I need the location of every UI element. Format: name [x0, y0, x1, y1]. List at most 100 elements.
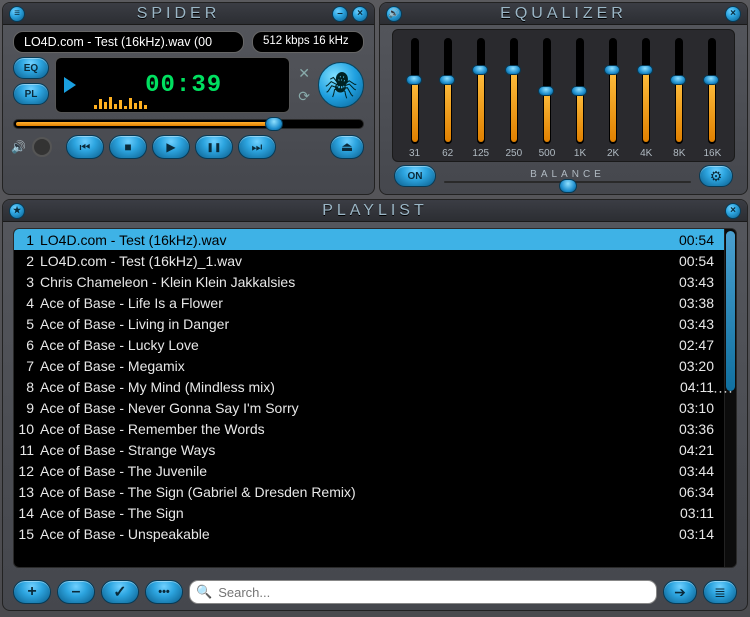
track-duration: 04:11: [664, 379, 714, 395]
player-title: SPIDER: [27, 5, 330, 23]
track-number: 2: [16, 253, 40, 269]
prev-button[interactable]: ⏮: [66, 135, 104, 159]
eq-band-label: 62: [442, 148, 453, 159]
eq-titlebar: 🔊 EQUALIZER ×: [380, 3, 747, 25]
menu-button[interactable]: ≡: [9, 6, 25, 22]
track-row[interactable]: 15Ace of Base - Unspeakable03:14: [14, 523, 724, 544]
remove-track-button[interactable]: –: [57, 580, 95, 604]
select-track-button[interactable]: ✓: [101, 580, 139, 604]
track-row[interactable]: 11Ace of Base - Strange Ways04:21: [14, 439, 724, 460]
next-icon: ⏭: [252, 140, 263, 155]
shuffle-button[interactable]: ✕: [298, 65, 310, 82]
track-row[interactable]: 5Ace of Base - Living in Danger03:43: [14, 313, 724, 334]
eq-on-button[interactable]: ON: [394, 165, 436, 187]
volume-icon[interactable]: 🔊: [11, 140, 26, 154]
track-duration: 00:54: [664, 232, 714, 248]
track-row[interactable]: 8Ace of Base - My Mind (Mindless mix)04:…: [14, 376, 724, 397]
bitrate-display: 512 kbps 16 kHz: [252, 31, 364, 53]
minimize-button[interactable]: –: [332, 6, 348, 22]
eq-slider-500[interactable]: [543, 38, 551, 144]
eq-slider-125[interactable]: [477, 38, 485, 144]
track-number: 1: [16, 232, 40, 248]
track-row[interactable]: 10Ace of Base - Remember the Words03:36: [14, 418, 724, 439]
stop-icon: ■: [124, 140, 131, 154]
record-button[interactable]: [32, 137, 52, 157]
track-name: Ace of Base - Strange Ways: [40, 442, 664, 458]
eq-slider-31[interactable]: [411, 38, 419, 144]
track-number: 3: [16, 274, 40, 290]
track-number: 11: [16, 442, 40, 458]
track-number: 8: [16, 379, 40, 395]
track-duration: 03:44: [664, 463, 714, 479]
track-row[interactable]: 14Ace of Base - The Sign03:11: [14, 502, 724, 523]
track-row[interactable]: 9Ace of Base - Never Gonna Say I'm Sorry…: [14, 397, 724, 418]
player-panel: ≡ SPIDER – × LO4D.com - Test (16kHz).wav…: [2, 2, 375, 195]
track-name: Ace of Base - Life Is a Flower: [40, 295, 664, 311]
track-duration: 04:21: [664, 442, 714, 458]
playlist-title: PLAYLIST: [27, 202, 723, 220]
track-row[interactable]: 12Ace of Base - The Juvenile03:44: [14, 460, 724, 481]
track-row[interactable]: 4Ace of Base - Life Is a Flower03:38: [14, 292, 724, 313]
eq-slider-8K[interactable]: [675, 38, 683, 144]
next-button[interactable]: ⏭: [238, 135, 276, 159]
eq-slider-1K[interactable]: [576, 38, 584, 144]
balance-slider[interactable]: [444, 181, 691, 183]
track-row[interactable]: 13Ace of Base - The Sign (Gabriel & Dres…: [14, 481, 724, 502]
repeat-button[interactable]: ⟳: [298, 88, 310, 105]
eq-speaker-button[interactable]: 🔊: [386, 6, 402, 22]
seek-slider[interactable]: [13, 119, 364, 129]
eq-band-label: 1K: [574, 148, 586, 159]
pause-button[interactable]: ❚❚: [195, 135, 233, 159]
playlist-fav-button[interactable]: ★: [9, 203, 25, 219]
pl-toggle-button[interactable]: PL: [13, 83, 49, 105]
stop-button[interactable]: ■: [109, 135, 147, 159]
track-duration: 03:38: [664, 295, 714, 311]
player-titlebar: ≡ SPIDER – ×: [3, 3, 374, 25]
preset-icon: ⚙: [710, 168, 723, 185]
pause-icon: ❚❚: [206, 142, 221, 153]
close-icon: ×: [357, 8, 363, 19]
playlist-close-button[interactable]: ×: [725, 203, 741, 219]
plus-icon: +: [27, 583, 36, 601]
playlist-footer: + – ✓ ••• 🔍 ➔ ≣: [3, 574, 747, 610]
track-name: Ace of Base - The Sign: [40, 505, 664, 521]
search-box: 🔍: [189, 580, 657, 604]
eq-band-125: 125: [465, 38, 496, 159]
track-duration: 03:36: [664, 421, 714, 437]
track-name: LO4D.com - Test (16kHz).wav: [40, 232, 664, 248]
list-mode-button[interactable]: ≣: [703, 580, 737, 604]
minimize-icon: –: [337, 8, 343, 19]
track-name: Ace of Base - Never Gonna Say I'm Sorry: [40, 400, 664, 416]
eq-slider-16K[interactable]: [708, 38, 716, 144]
more-actions-button[interactable]: •••: [145, 580, 183, 604]
eq-slider-250[interactable]: [510, 38, 518, 144]
track-number: 10: [16, 421, 40, 437]
track-number: 6: [16, 337, 40, 353]
eq-band-label: 2K: [607, 148, 619, 159]
track-row[interactable]: 2LO4D.com - Test (16kHz)_1.wav00:54: [14, 250, 724, 271]
track-row[interactable]: 3Chris Chameleon - Klein Klein Jakkalsie…: [14, 271, 724, 292]
search-input[interactable]: [216, 584, 650, 601]
spider-logo-button[interactable]: 🕷: [318, 62, 364, 108]
track-row[interactable]: 6Ace of Base - Lucky Love02:47: [14, 334, 724, 355]
close-button[interactable]: ×: [352, 6, 368, 22]
close-icon: ×: [730, 8, 736, 19]
search-go-button[interactable]: ➔: [663, 580, 697, 604]
eq-close-button[interactable]: ×: [725, 6, 741, 22]
eq-toggle-button[interactable]: EQ: [13, 57, 49, 79]
add-track-button[interactable]: +: [13, 580, 51, 604]
eq-slider-2K[interactable]: [609, 38, 617, 144]
eject-icon: ⏏: [341, 139, 353, 155]
eject-button[interactable]: ⏏: [330, 135, 364, 159]
track-row[interactable]: 1LO4D.com - Test (16kHz).wav00:54: [14, 229, 724, 250]
eq-slider-4K[interactable]: [642, 38, 650, 144]
prev-icon: ⏮: [80, 140, 91, 155]
eq-slider-62[interactable]: [444, 38, 452, 144]
track-name: Ace of Base - My Mind (Mindless mix): [40, 379, 664, 395]
play-button[interactable]: ▶: [152, 135, 190, 159]
playlist-body: 1LO4D.com - Test (16kHz).wav00:542LO4D.c…: [13, 228, 737, 568]
track-row[interactable]: 7Ace of Base - Megamix03:20: [14, 355, 724, 376]
visualizer: [94, 95, 147, 109]
eq-preset-button[interactable]: ⚙: [699, 165, 733, 187]
playlist-scrollbar[interactable]: ●●●●●: [724, 229, 736, 567]
